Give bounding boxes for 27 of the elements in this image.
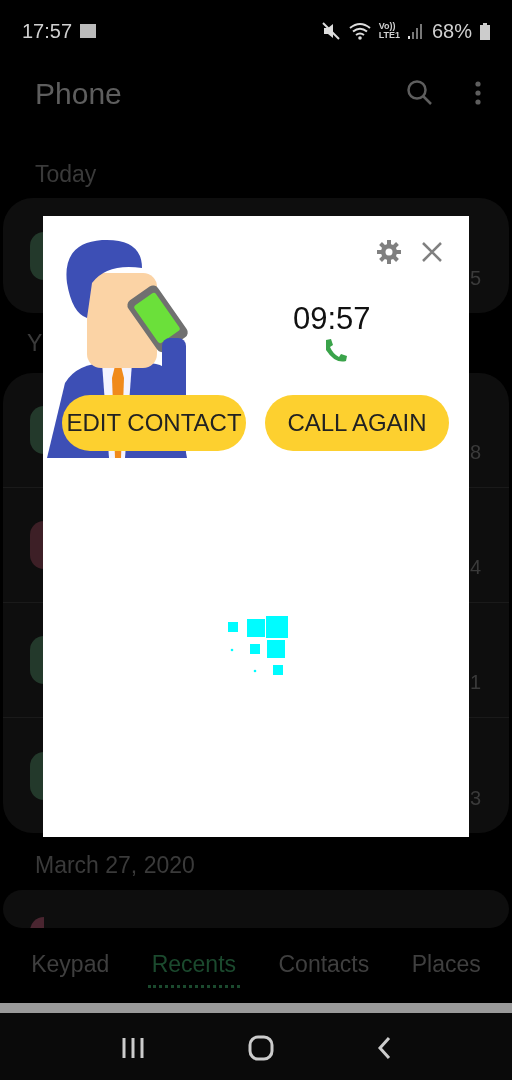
app-title: Phone xyxy=(35,75,123,112)
tab[interactable]: Places xyxy=(407,942,485,989)
search-icon[interactable] xyxy=(406,79,434,107)
tab[interactable]: Recents xyxy=(147,942,241,989)
more-icon[interactable] xyxy=(474,81,482,105)
notification-icon xyxy=(80,24,97,38)
tab[interactable]: Contacts xyxy=(274,942,374,989)
call-duration: 09:57 xyxy=(293,300,371,338)
signal-icon xyxy=(407,23,424,39)
back-icon[interactable] xyxy=(376,1036,391,1060)
close-icon[interactable] xyxy=(421,241,443,263)
section-header: March 27, 2020 xyxy=(35,851,195,881)
clock-text: 17:57 xyxy=(22,19,73,44)
wifi-icon xyxy=(348,22,371,40)
home-icon[interactable] xyxy=(248,1035,274,1061)
battery-icon xyxy=(480,22,490,40)
network-text: Vo)) LTE1 xyxy=(378,22,400,40)
phone-icon xyxy=(323,338,349,364)
section-header: Y xyxy=(27,328,43,358)
dialog-button[interactable]: CALL AGAIN xyxy=(265,395,449,451)
battery-text: 68% xyxy=(431,19,472,44)
mute-icon xyxy=(320,21,341,41)
dialog-button[interactable]: EDIT CONTACT xyxy=(62,395,246,451)
recent-apps-icon[interactable] xyxy=(121,1037,146,1059)
tab[interactable]: Keypad xyxy=(27,942,114,989)
section-header: Today xyxy=(35,159,97,189)
settings-icon[interactable] xyxy=(377,240,401,264)
